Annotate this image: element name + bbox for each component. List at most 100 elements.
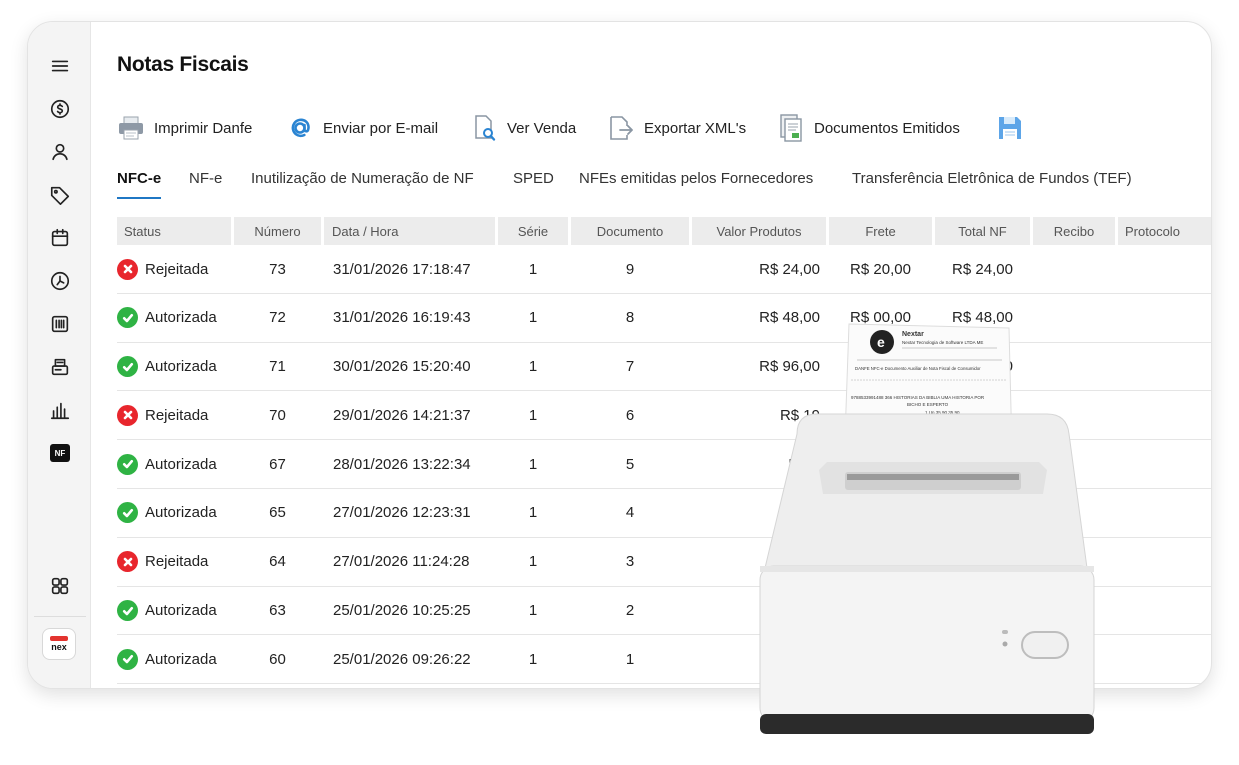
receipt-header: DANFE NFC-e Documento Auxiliar de Nota F… [855,366,981,371]
col-serie[interactable]: Série [498,217,568,245]
print-danfe-button[interactable]: Imprimir Danfe [117,112,252,144]
tab-nfes-fornecedores[interactable]: NFEs emitidas pelos Fornecedores [579,170,813,199]
cell-status: Autorizada [117,294,217,342]
cell-numero: 63 [269,602,286,620]
tag-icon[interactable] [48,183,72,207]
cell-serie: 1 [528,504,538,522]
cell-documento: 2 [625,602,635,620]
error-icon [117,551,138,573]
cell-documento: 6 [625,406,635,424]
col-documento[interactable]: Documento [571,217,689,245]
tab-sped[interactable]: SPED [513,170,554,199]
svg-text:e: e [877,334,885,350]
status-text: Autorizada [145,504,217,522]
cell-numero: 64 [269,553,286,571]
dollar-icon[interactable] [48,97,72,121]
cell-documento: 9 [625,260,635,278]
col-recibo[interactable]: Recibo [1033,217,1115,245]
chart-pie-icon[interactable] [48,269,72,293]
page-title: Notas Fiscais [117,53,249,76]
cell-numero: 67 [269,455,286,473]
cell-valor-produtos: R$ 24,00 [759,260,820,278]
col-data-hora[interactable]: Data / Hora [324,217,495,245]
bar-chart-icon[interactable] [48,398,72,422]
status-text: Autorizada [145,650,217,668]
export-icon [607,114,635,142]
cell-numero: 72 [269,309,286,327]
export-xml-button[interactable]: Exportar XML's [607,112,746,144]
user-icon[interactable] [48,140,72,164]
cell-data-hora: 25/01/2026 10:25:25 [333,602,471,620]
cell-status: Rejeitada [117,538,208,586]
cell-data-hora: 27/01/2026 12:23:31 [333,504,471,522]
cell-frete: R$ 20,00 [850,260,911,278]
printer-icon [117,114,145,142]
receipt-printer-image: e Nextar Nextar Tecnologia de Software L… [759,323,1095,734]
cell-status: Autorizada [117,440,217,488]
send-email-button[interactable]: Enviar por E-mail [286,112,438,144]
issued-documents-label: Documentos Emitidos [814,119,960,137]
cell-serie: 1 [528,358,538,376]
table-row[interactable]: Rejeitada 73 31/01/2026 17:18:47 1 9 R$ 24,00… [117,245,1211,294]
logo-bar [50,636,68,641]
cell-documento: 3 [625,553,635,571]
receipt-brand: Nextar [902,331,924,338]
view-sale-label: Ver Venda [507,119,577,137]
check-icon [117,600,138,622]
cell-serie: 1 [528,553,538,571]
receipt-company: Nextar Tecnologia de Software LTDA ME [902,340,983,345]
cell-data-hora: 27/01/2026 11:24:28 [333,553,470,571]
nex-logo[interactable]: nex [42,628,76,660]
cell-total-nf: R$ 24,00 [952,260,1013,278]
error-icon [117,404,138,426]
cell-status: Rejeitada [117,245,208,293]
status-text: Autorizada [145,455,217,473]
cell-status: Rejeitada [117,391,208,439]
cell-data-hora: 25/01/2026 09:26:22 [333,650,471,668]
menu-icon[interactable] [48,54,72,78]
tab-nfe[interactable]: NF-e [189,170,222,199]
tab-inutilizacao[interactable]: Inutilização de Numeração de NF [251,170,474,199]
cell-data-hora: 29/01/2026 14:21:37 [333,406,471,424]
nf-icon[interactable]: NF [48,441,72,465]
error-icon [117,258,138,280]
tab-nfce[interactable]: NFC-e [117,170,162,199]
status-text: Autorizada [145,358,217,376]
cell-numero: 73 [269,260,286,278]
cell-numero: 60 [269,650,286,668]
status-text: Rejeitada [145,260,209,278]
cell-status: Autorizada [117,343,217,391]
document-search-icon [470,114,498,142]
printer-body [759,413,1095,734]
check-icon [117,648,138,670]
cell-data-hora: 28/01/2026 13:22:34 [333,455,471,473]
col-status[interactable]: Status [117,217,231,245]
save-button[interactable] [996,112,1033,144]
cell-serie: 1 [528,455,538,473]
cell-serie: 1 [528,602,538,620]
check-icon [117,502,138,524]
tab-tef[interactable]: Transferência Eletrônica de Fundos (TEF) [852,170,1132,199]
save-icon [996,114,1024,142]
col-valor-produtos[interactable]: Valor Produtos [692,217,826,245]
cell-numero: 70 [269,406,286,424]
status-text: Rejeitada [145,406,209,424]
issued-documents-button[interactable]: Documentos Emitidos [777,112,960,144]
col-protocolo[interactable]: Protocolo [1118,217,1211,245]
col-total-nf[interactable]: Total NF [935,217,1030,245]
apps-icon[interactable] [48,574,72,598]
nf-badge: NF [50,444,70,462]
cell-documento: 5 [625,455,635,473]
view-sale-button[interactable]: Ver Venda [470,112,576,144]
col-frete[interactable]: Frete [829,217,932,245]
col-numero[interactable]: Número [234,217,321,245]
barcode-icon[interactable] [48,312,72,336]
register-icon[interactable] [48,355,72,379]
cell-status: Autorizada [117,635,217,683]
check-icon [117,307,138,329]
receipt-item: 9788533991488 366 HISTORIAS DA BIBLIA UM… [851,395,985,400]
calendar-icon[interactable] [48,226,72,250]
cell-serie: 1 [528,309,538,327]
sidebar: NF nex [28,22,91,688]
status-text: Autorizada [145,309,217,327]
